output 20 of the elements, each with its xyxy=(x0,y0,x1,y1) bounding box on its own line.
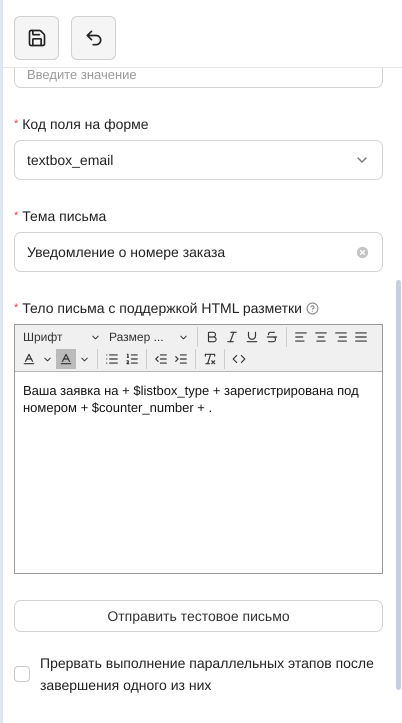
html-editor[interactable]: Шрифт Размер ... Ваша заявка на + $listbox_type + зарегистрирована под номером + $counter_number + . xyxy=(14,324,383,574)
field-label: Код поля на форме xyxy=(22,116,149,132)
input-field[interactable]: Уведомление о номере заказа xyxy=(14,232,383,272)
checkbox-label: Прервать выполнение параллельных этапов после завершения одного из них xyxy=(40,654,375,695)
select-field[interactable]: textbox_email xyxy=(14,140,383,180)
undo-icon xyxy=(84,28,104,48)
highlight-color-icon[interactable] xyxy=(56,349,76,369)
undo-button[interactable] xyxy=(71,16,116,60)
help-icon[interactable] xyxy=(306,302,319,314)
required-mark: * xyxy=(14,210,18,222)
field-label: Тело письма с поддержкой HTML разметки xyxy=(22,300,302,316)
send-test-button[interactable]: Отправить тестовое письмо xyxy=(14,600,383,632)
font-dropdown[interactable]: Шрифт xyxy=(19,328,105,346)
required-mark: * xyxy=(14,302,18,314)
required-mark: * xyxy=(14,118,18,130)
field-label: Тема письма xyxy=(22,208,106,224)
editor-text: Ваша заявка на + $listbox_type + зарегистрирована под номером + $counter_number + . xyxy=(22,382,360,417)
save-button[interactable] xyxy=(14,16,59,60)
size-dropdown[interactable]: Размер ... xyxy=(105,328,193,346)
checkbox[interactable] xyxy=(14,666,30,682)
